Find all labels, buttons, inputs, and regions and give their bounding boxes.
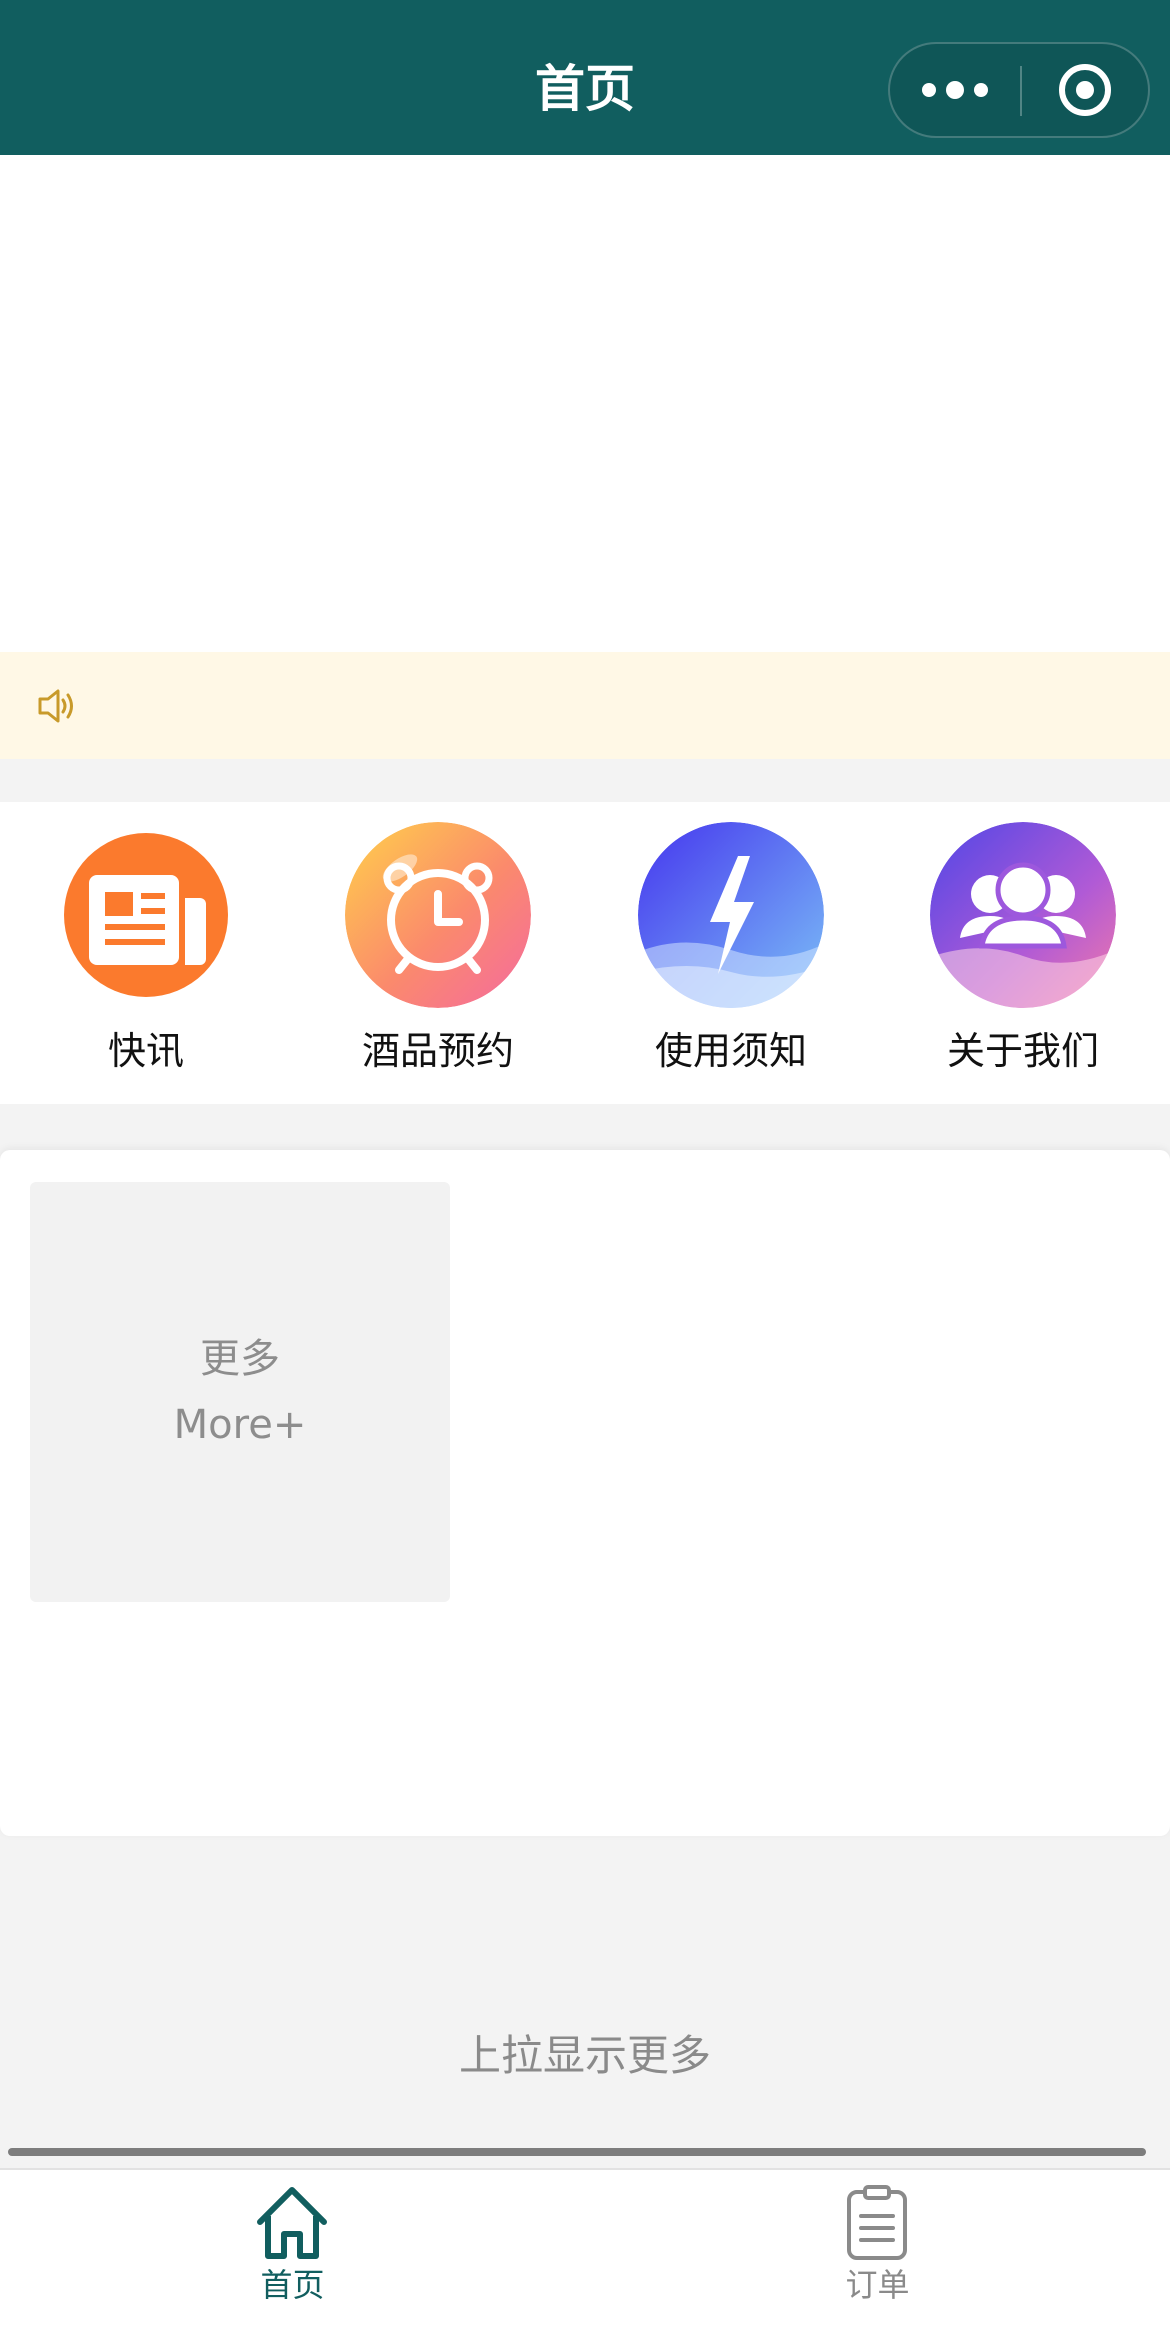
tab-bar: 首页 订单 — [0, 2168, 1170, 2331]
tab-orders-label: 订单 — [845, 2266, 910, 2304]
quick-nav-reservation[interactable]: 酒品预约 — [292, 802, 584, 1104]
clipboard-icon — [847, 2185, 907, 2260]
quick-nav-label: 快讯 — [107, 1029, 184, 1073]
more-label-en: More+ — [173, 1402, 307, 1448]
load-more-hint: 上拉显示更多 — [458, 2031, 711, 2080]
quick-nav-usage-notes[interactable]: 使用须知 — [585, 802, 877, 1104]
quick-nav: 快讯 酒品预约 使用须知 关于我们 — [0, 802, 1170, 1104]
navigation-bar: 首页 — [0, 0, 1170, 155]
more-tile[interactable]: 更多 More+ — [30, 1182, 450, 1602]
quick-nav-news[interactable]: 快讯 — [0, 802, 292, 1104]
more-label-cn: 更多 — [200, 1336, 280, 1382]
lightning-icon — [638, 822, 824, 1008]
product-section: 更多 More+ — [0, 1150, 1170, 1836]
more-dots-icon[interactable] — [890, 44, 1020, 136]
home-icon — [257, 2187, 327, 2259]
alarm-clock-icon — [345, 822, 531, 1008]
quick-nav-label: 使用须知 — [654, 1029, 807, 1073]
scroll-indicator — [8, 2148, 1146, 2156]
target-close-icon[interactable] — [1020, 44, 1150, 136]
tab-home-label: 首页 — [260, 2266, 325, 2304]
quick-nav-label: 关于我们 — [946, 1029, 1099, 1073]
banner-area[interactable] — [0, 155, 1170, 652]
notice-bar[interactable] — [0, 652, 1170, 759]
quick-nav-label: 酒品预约 — [361, 1029, 514, 1073]
quick-nav-about-us[interactable]: 关于我们 — [877, 802, 1169, 1104]
users-icon — [930, 822, 1116, 1008]
mini-program-capsule — [888, 42, 1150, 138]
tab-orders[interactable]: 订单 — [585, 2170, 1170, 2331]
newspaper-icon — [53, 822, 239, 1008]
tab-home[interactable]: 首页 — [0, 2170, 585, 2331]
speaker-icon — [38, 689, 73, 723]
